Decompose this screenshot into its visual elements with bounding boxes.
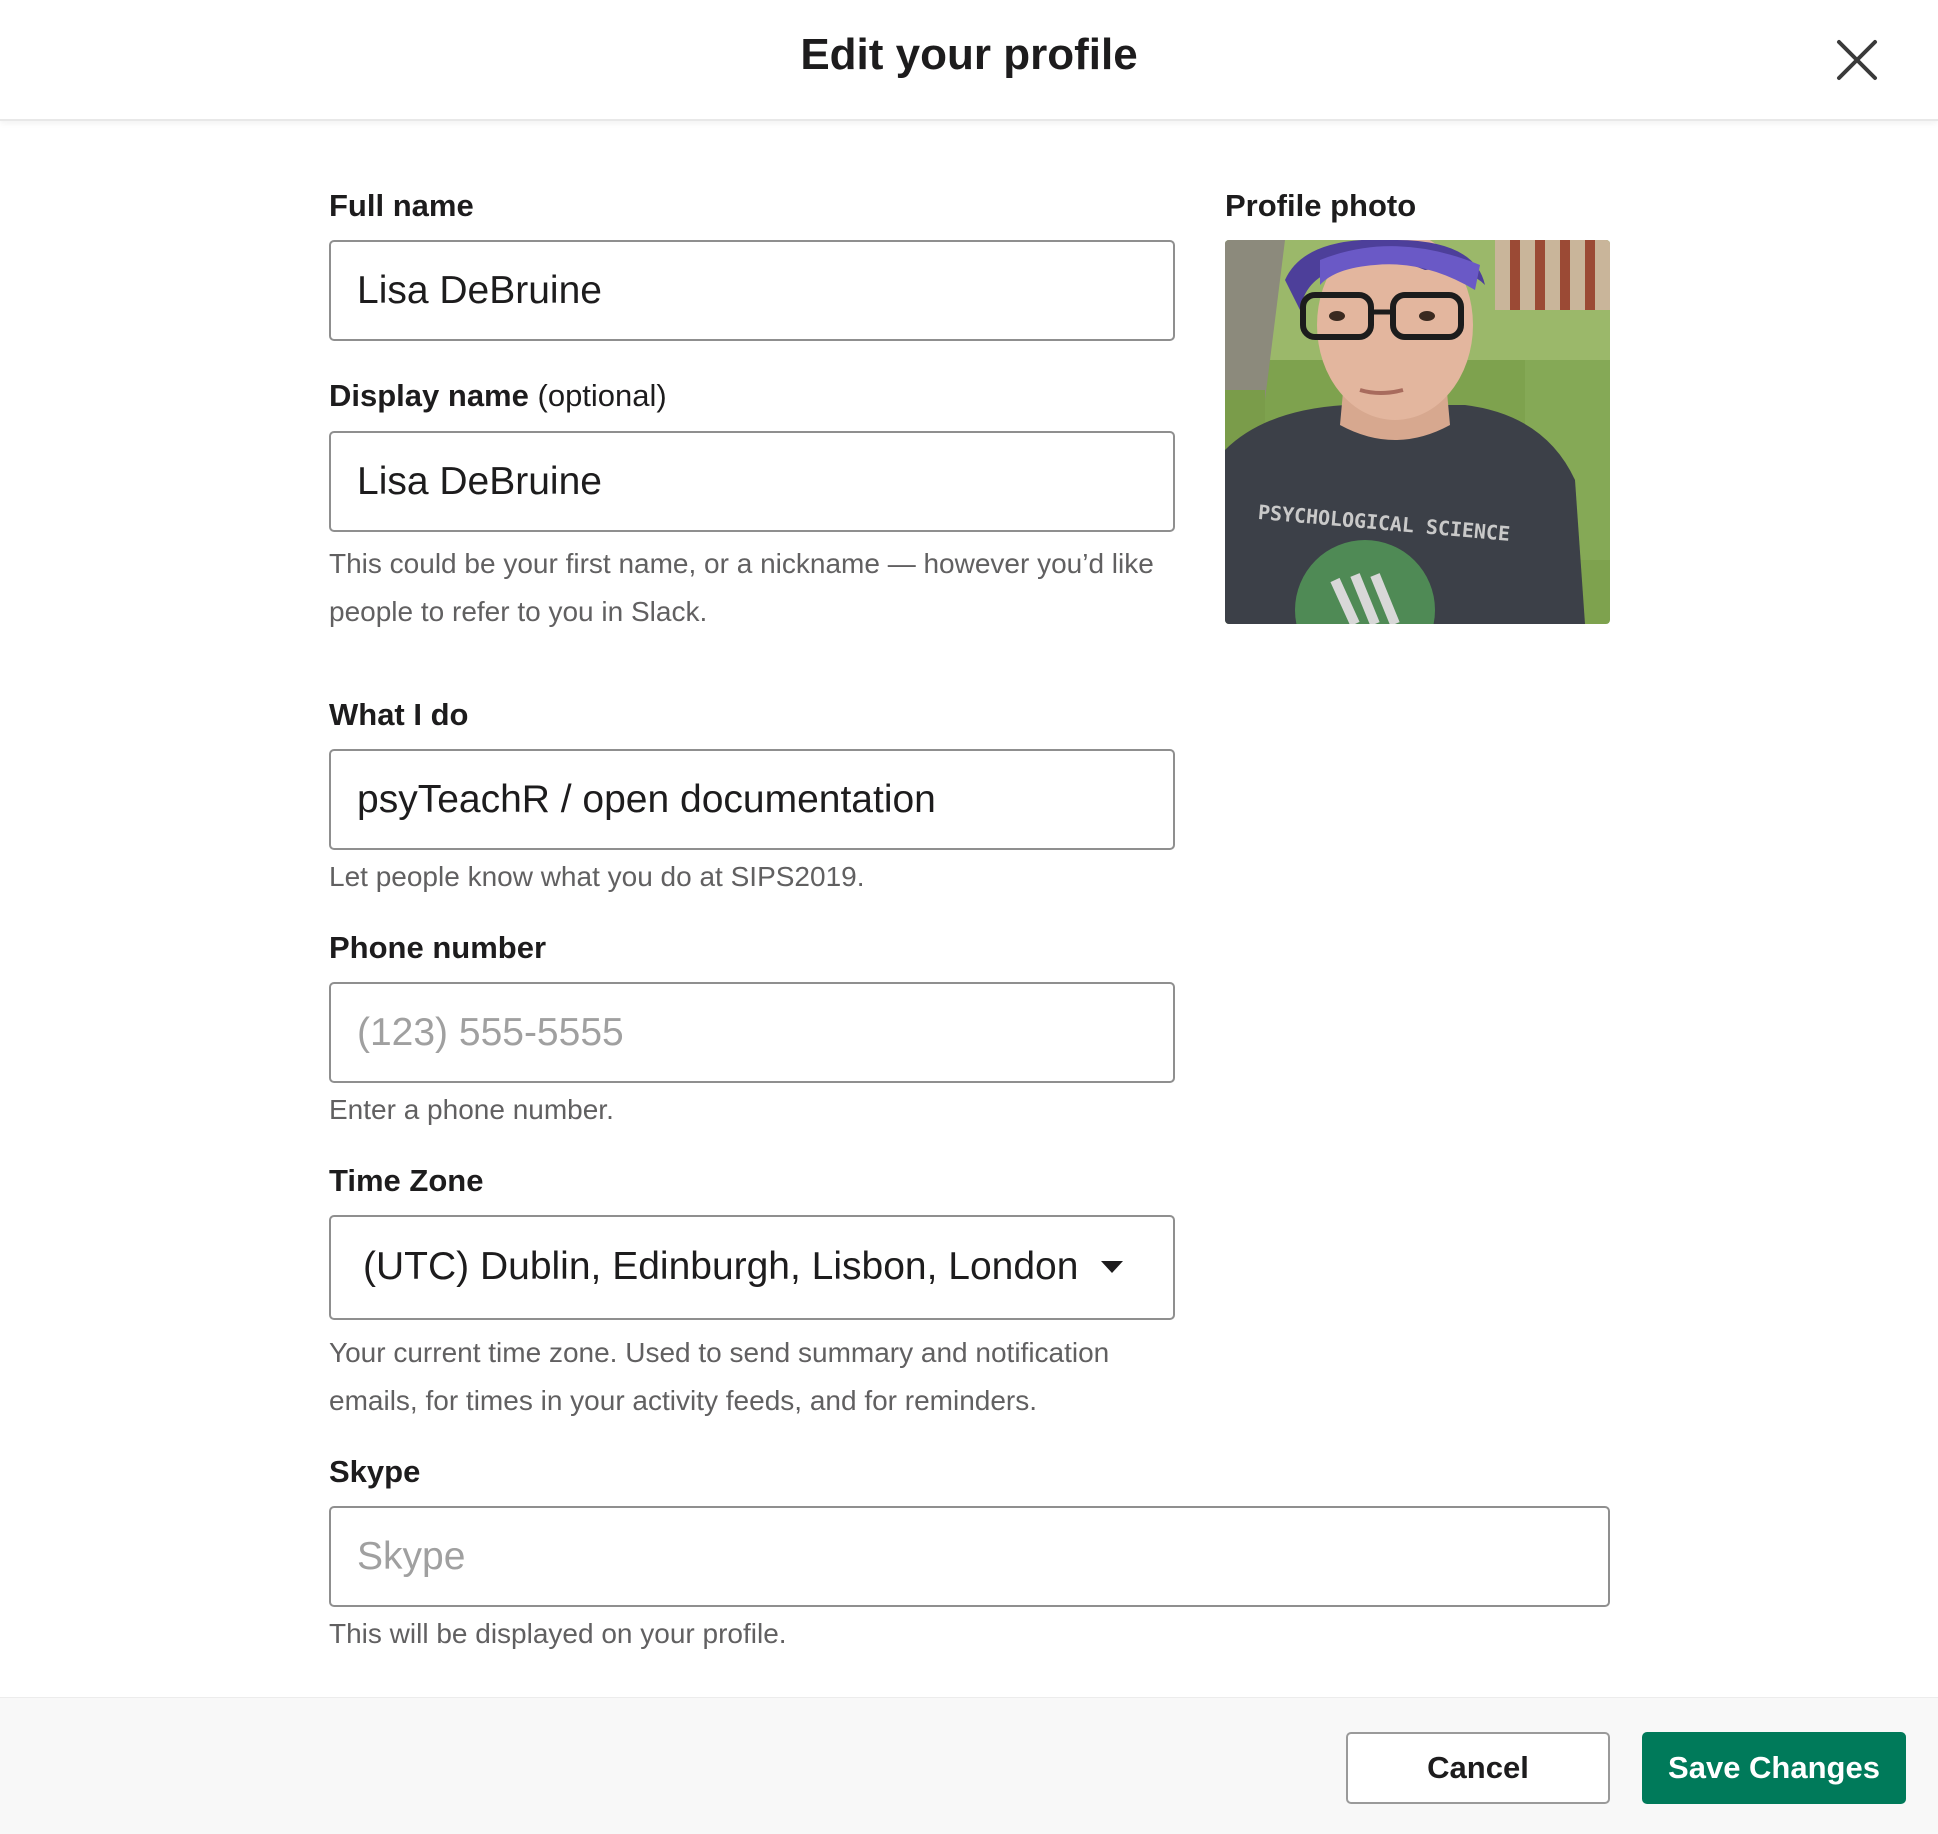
display-name-input[interactable] (329, 431, 1175, 532)
caret-down-icon (1101, 1261, 1123, 1273)
phone-hint: Enter a phone number. (329, 1094, 614, 1125)
modal-header: Edit your profile (0, 0, 1938, 121)
skype-input[interactable] (329, 1506, 1610, 1607)
skype-label: Skype (329, 1454, 421, 1489)
cancel-button[interactable]: Cancel (1346, 1732, 1610, 1804)
time-zone-select[interactable]: (UTC) Dublin, Edinburgh, Lisbon, London (329, 1215, 1175, 1320)
display-name-label-text: Display name (329, 378, 529, 413)
phone-label: Phone number (329, 930, 547, 965)
time-zone-label: Time Zone (329, 1163, 484, 1198)
profile-photo-label: Profile photo (1225, 188, 1417, 223)
close-icon (1837, 40, 1877, 80)
modal-footer: Cancel Save Changes (0, 1697, 1938, 1834)
what-i-do-input[interactable] (329, 749, 1175, 850)
full-name-input[interactable] (329, 240, 1175, 341)
what-i-do-label: What I do (329, 697, 469, 732)
skype-hint: This will be displayed on your profile. (329, 1618, 787, 1649)
time-zone-selected-value: (UTC) Dublin, Edinburgh, Lisbon, London (363, 1245, 1079, 1288)
display-name-label: Display name (optional) (329, 378, 667, 414)
close-button[interactable] (1832, 35, 1882, 85)
phone-input[interactable] (329, 982, 1175, 1083)
what-i-do-hint: Let people know what you do at SIPS2019. (329, 861, 865, 892)
display-name-hint: This could be your first name, or a nick… (329, 548, 1154, 627)
profile-photo-image: PSYCHOLOGICAL SCIENCE (1225, 240, 1610, 624)
save-changes-button[interactable]: Save Changes (1642, 1732, 1906, 1804)
time-zone-hint: Your current time zone. Used to send sum… (329, 1337, 1110, 1416)
modal-title: Edit your profile (800, 30, 1138, 79)
optional-tag: (optional) (537, 378, 667, 413)
full-name-label: Full name (329, 188, 474, 223)
profile-photo[interactable]: PSYCHOLOGICAL SCIENCE (1225, 240, 1610, 624)
